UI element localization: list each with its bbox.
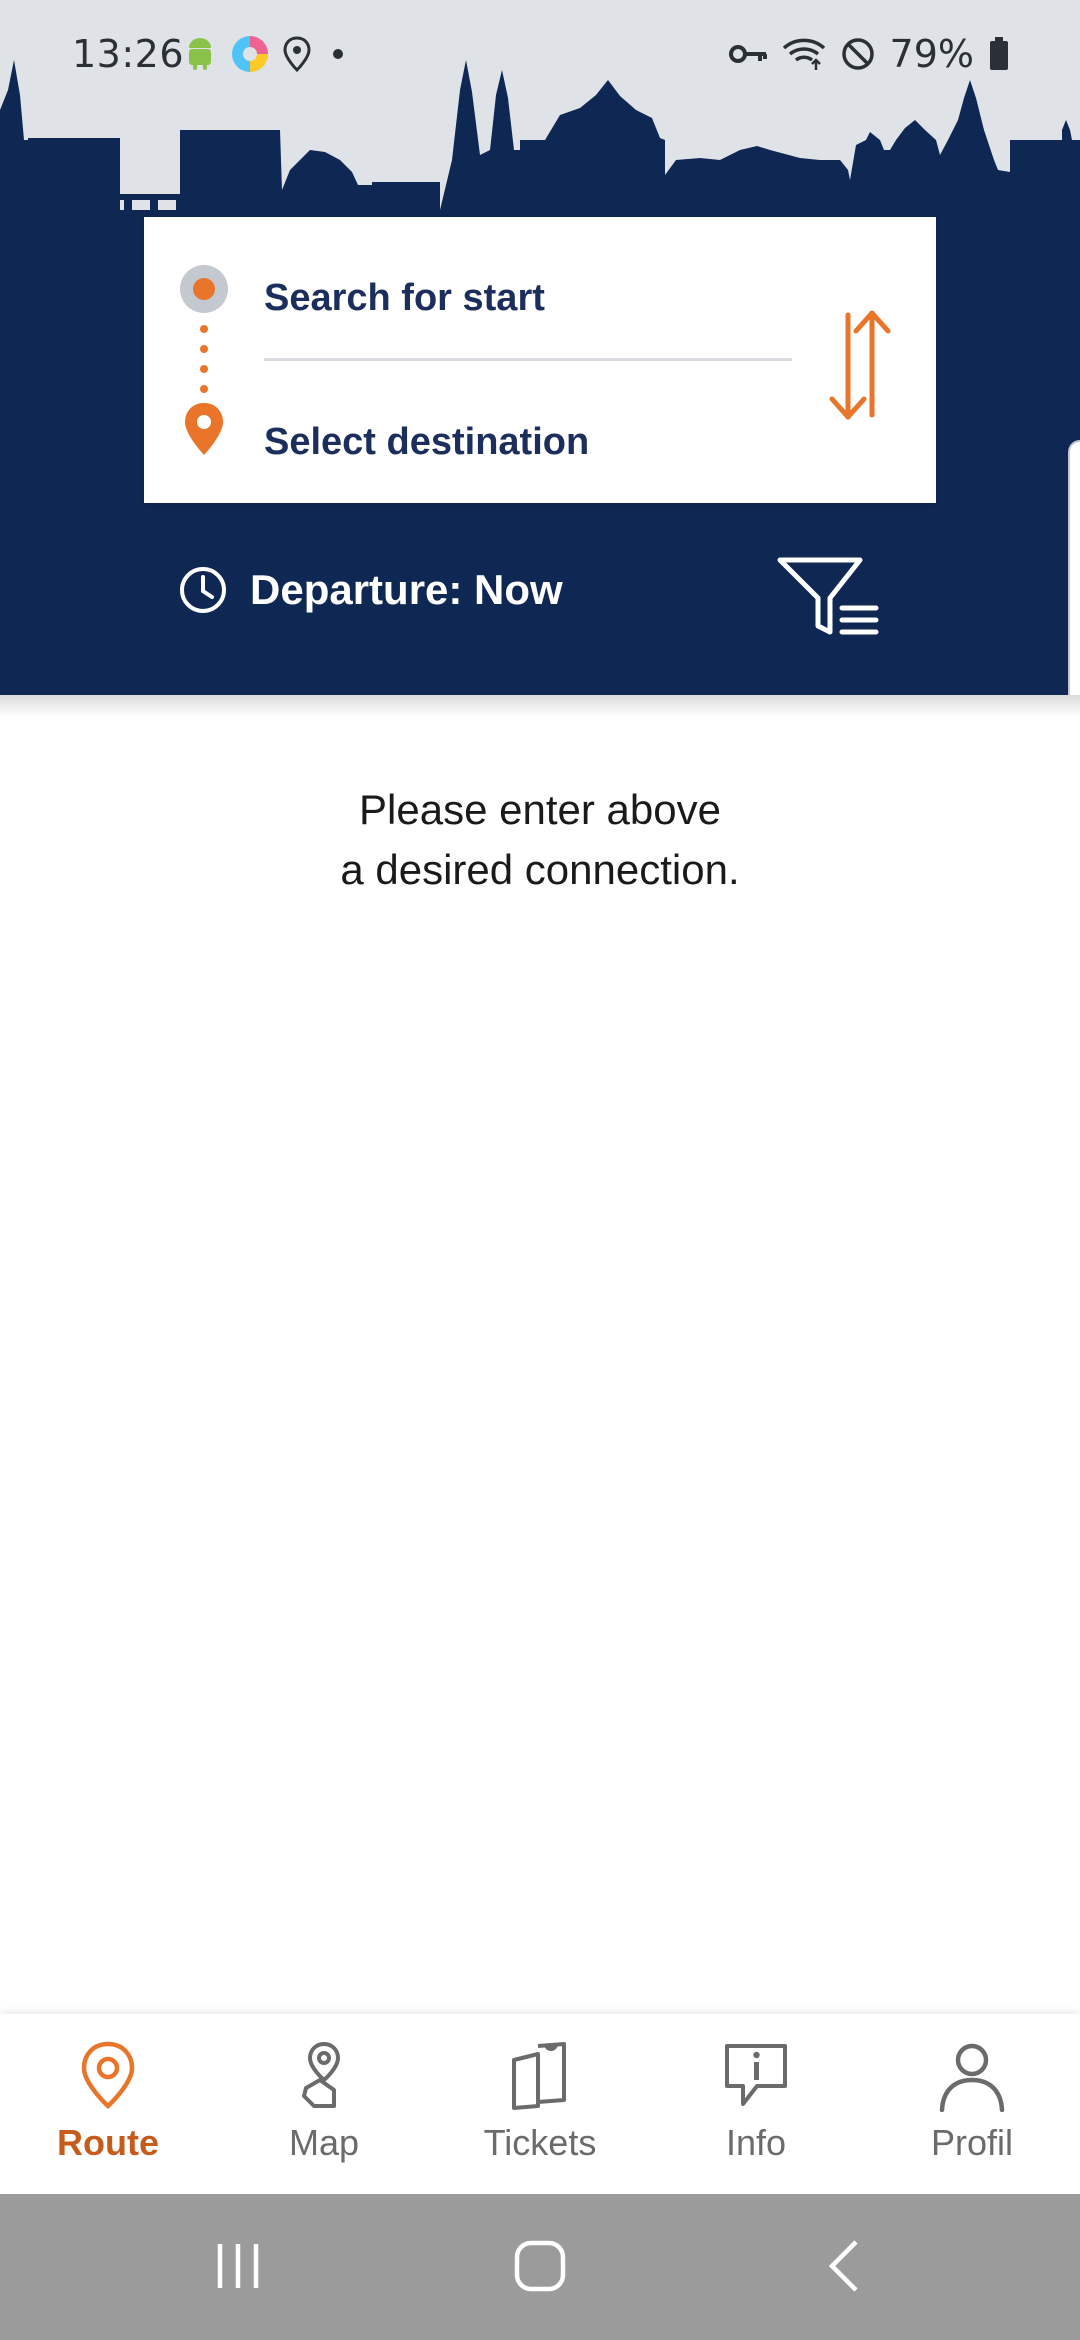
- empty-state-message: Please enter above a desired connection.: [0, 780, 1080, 900]
- system-navigation-bar: [0, 2194, 1080, 2340]
- tickets-icon: [512, 2042, 566, 2110]
- vpn-key-icon: [728, 45, 767, 63]
- battery-icon: [990, 37, 1008, 70]
- do-not-disturb-icon: [841, 38, 874, 70]
- dot-icon: [333, 49, 343, 59]
- nav-label-tickets: Tickets: [483, 2122, 597, 2163]
- nav-label-map: Map: [288, 2122, 360, 2163]
- home-button[interactable]: [512, 2238, 568, 2294]
- filter-button[interactable]: [776, 556, 880, 640]
- nav-item-tickets[interactable]: Tickets: [432, 2014, 648, 2194]
- nav-label-profil: Profil: [930, 2122, 1014, 2163]
- departure-label: Departure: Now: [250, 566, 563, 613]
- route-dotted-line: [200, 325, 208, 413]
- start-search-field[interactable]: Search for start: [264, 263, 794, 333]
- profile-icon: [939, 2043, 1005, 2112]
- destination-pin-icon: [185, 403, 223, 455]
- route-search-card: Search for start Select destination: [144, 217, 936, 503]
- nav-item-map[interactable]: Map: [216, 2014, 432, 2194]
- filter-icon: [777, 557, 879, 635]
- status-right-icons: 79%: [728, 32, 1010, 76]
- battery-percentage: 79%: [889, 32, 974, 76]
- status-bar: 13:26 79%: [0, 0, 1080, 115]
- nav-item-info[interactable]: Info: [648, 2014, 864, 2194]
- empty-state-line-1: Please enter above: [359, 786, 721, 833]
- map-pin-hand-icon: [302, 2042, 340, 2108]
- info-bubble-icon: [725, 2044, 787, 2106]
- recent-apps-button[interactable]: [210, 2238, 266, 2294]
- photos-icon: [232, 36, 268, 72]
- nav-label-route: Route: [57, 2122, 159, 2163]
- back-button[interactable]: [818, 2238, 874, 2294]
- nav-item-profil[interactable]: Profil: [864, 2014, 1080, 2194]
- swap-direction-button[interactable]: [820, 305, 900, 425]
- header-shadow: [0, 695, 1080, 717]
- route-pin-icon: [81, 2041, 135, 2110]
- clock-icon: [180, 567, 226, 613]
- android-icon: [189, 38, 211, 70]
- field-divider: [264, 358, 792, 361]
- status-left-icons: [182, 34, 348, 74]
- side-scroll-handle[interactable]: [1068, 440, 1080, 695]
- destination-field[interactable]: Select destination: [264, 407, 794, 477]
- nav-item-route[interactable]: Route: [0, 2014, 216, 2194]
- swap-arrows-icon: [829, 310, 891, 420]
- departure-time-selector[interactable]: Departure: Now: [178, 565, 563, 615]
- nav-label-info: Info: [725, 2122, 787, 2163]
- bottom-navigation: Route Map Tickets Info Profil: [0, 2014, 1080, 2194]
- wifi-icon: [782, 38, 825, 70]
- start-marker-icon: [180, 265, 228, 313]
- location-icon: [283, 36, 311, 72]
- status-time: 13:26: [72, 32, 185, 76]
- empty-state-line-2: a desired connection.: [340, 846, 740, 893]
- header: 13:26 79% Search for start Select destin…: [0, 0, 1080, 695]
